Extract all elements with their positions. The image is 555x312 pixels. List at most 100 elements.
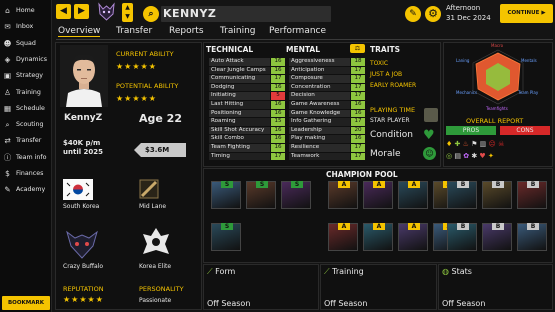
scouting-icon: ⌕ — [5, 120, 10, 130]
contract-end: until 2025 — [63, 148, 104, 156]
attribute-name: Decision — [289, 92, 350, 100]
sidebar-item-label: Finances — [16, 170, 44, 177]
tab-transfer[interactable]: Transfer — [116, 26, 152, 37]
date-display: Afternoon 31 Dec 2024 — [446, 3, 500, 25]
sidebar-item-label: Training — [16, 88, 41, 96]
star-icon: ★ — [148, 94, 157, 103]
player-portrait — [60, 45, 108, 107]
star-icon: ★ — [140, 94, 149, 103]
compare-button[interactable]: ⚖ — [350, 44, 365, 53]
champion-portrait[interactable]: B — [517, 181, 547, 209]
champion-portrait[interactable]: B — [482, 223, 512, 251]
radar-label: Mechanics — [456, 90, 478, 95]
sidebar-item-transfer[interactable]: ⇄ Transfer — [0, 134, 52, 147]
champion-portrait[interactable]: S — [281, 181, 311, 209]
search-button[interactable]: ⌕ — [143, 6, 159, 22]
champion-portrait[interactable]: A — [328, 181, 358, 209]
radar-label: Laning — [456, 58, 470, 63]
reputation-label: REPUTATION — [63, 285, 104, 293]
attribute-value: 17 — [351, 118, 365, 126]
attribute-name: Auto Attack — [209, 58, 270, 66]
attribute-name: Play making — [289, 135, 350, 143]
current-ability-stars: ★★★★★ — [116, 62, 157, 71]
sidebar-item-squad[interactable]: ☻ Squad — [0, 37, 52, 50]
attribute-value: 16 — [271, 58, 285, 66]
pro-trait-icon: ▥ — [479, 140, 487, 148]
back-button[interactable]: ◀ — [56, 4, 71, 19]
champion-grade: A — [373, 223, 385, 230]
attribute-value: 16 — [271, 135, 285, 143]
sidebar-item-training[interactable]: ♙ Training — [0, 86, 52, 99]
player-switch-stepper[interactable]: ▲ ▼ — [122, 3, 133, 22]
sidebar-item-dynamics[interactable]: ◈ Dynamics — [0, 53, 52, 66]
potential-ability-label: POTENTIAL ABILITY — [116, 82, 179, 90]
training-header: ⟋ Training — [324, 267, 364, 277]
champion-portrait[interactable]: B — [482, 181, 512, 209]
playing-time-icon — [424, 108, 438, 122]
bookmark-button[interactable]: BOOKMARK — [2, 296, 50, 310]
champion-portrait[interactable]: B — [447, 181, 477, 209]
radar-label: Mentals — [521, 58, 537, 63]
tab-reports[interactable]: Reports — [169, 26, 204, 37]
attribute-name: Skill Combo — [209, 135, 270, 143]
sidebar-item-label: Team info — [16, 153, 47, 161]
attribute-name: Info Gathering — [289, 118, 350, 126]
stats-label: Stats — [451, 267, 472, 276]
pro-trait-icon: ▤ — [454, 152, 461, 160]
sidebar-item-scouting[interactable]: ⌕ Scouting — [0, 118, 52, 131]
sidebar-item-strategy[interactable]: ▣ Strategy — [0, 69, 52, 82]
arrow-right-icon: ▶ — [78, 6, 85, 16]
champion-portrait[interactable]: A — [398, 181, 428, 209]
sidebar-item-schedule[interactable]: ▦ Schedule — [0, 102, 52, 115]
attribute-name: Positioning — [209, 109, 270, 118]
attribute-name: Communicating — [209, 75, 270, 83]
champion-portrait[interactable]: A — [363, 223, 393, 251]
current-ability-label: CURRENT ABILITY — [116, 50, 174, 58]
sidebar: ⌂ Home ✉ Inbox ☻ Squad ◈ Dynamics ▣ Strategy ♙ Trai… — [0, 0, 52, 312]
forward-button[interactable]: ▶ — [74, 4, 89, 19]
champion-grade: A — [408, 223, 420, 230]
champion-portrait[interactable]: B — [447, 223, 477, 251]
champion-portrait[interactable]: A — [363, 181, 393, 209]
sidebar-item-team-info[interactable]: ⓘ Team info — [0, 151, 52, 164]
attribute-value: 17 — [271, 75, 285, 83]
sidebar-item-finances[interactable]: $ Finances — [0, 167, 52, 180]
attribute-name: Team Fighting — [209, 144, 270, 152]
sidebar-item-home[interactable]: ⌂ Home — [0, 4, 52, 17]
crazy-buffalo-icon — [63, 226, 101, 260]
dynamics-icon: ◈ — [4, 54, 11, 64]
con-trait-icon: ☠ — [498, 140, 505, 148]
tab-performance[interactable]: Performance — [269, 26, 326, 37]
training-icon: ♙ — [4, 87, 11, 97]
champion-portrait[interactable]: S — [211, 181, 241, 209]
sidebar-item-inbox[interactable]: ✉ Inbox — [0, 20, 52, 33]
cons-label: CONS — [500, 126, 550, 135]
champion-portrait[interactable]: S — [211, 223, 241, 251]
sidebar-item-academy[interactable]: ✎ Academy — [0, 183, 52, 196]
personality-1-label: Crazy Buffalo — [63, 263, 104, 270]
squad-icon: ☻ — [3, 38, 12, 48]
player-name-field[interactable]: KENNYZ — [161, 6, 331, 22]
training-icon: ⟋ — [324, 267, 330, 276]
con-trait-icon: ☹ — [488, 140, 496, 148]
inbox-icon: ✉ — [4, 22, 11, 32]
pencil-icon: ✎ — [409, 9, 417, 19]
star-icon: ★ — [63, 295, 72, 304]
champion-portrait[interactable]: A — [398, 223, 428, 251]
champion-portrait[interactable]: S — [246, 181, 276, 209]
edit-button[interactable]: ✎ — [405, 6, 421, 22]
country-label: South Korea — [63, 203, 100, 210]
sidebar-item-label: Strategy — [16, 72, 43, 80]
settings-button[interactable]: ⚙ — [425, 6, 441, 22]
arrow-left-icon: ◀ — [60, 6, 67, 16]
tab-overview[interactable]: Overview — [58, 26, 101, 37]
champion-portrait[interactable]: A — [328, 223, 358, 251]
champion-portrait[interactable]: B — [517, 223, 547, 251]
attribute-name: Game Knowledge — [289, 109, 350, 118]
form-header: ⟋ Form — [207, 267, 235, 277]
continue-button[interactable]: CONTINUE ▶ — [500, 4, 553, 23]
tab-training[interactable]: Training — [220, 26, 256, 37]
champion-pool-header: CHAMPION POOL — [326, 170, 398, 179]
reputation-stars: ★★★★★ — [63, 295, 104, 304]
technical-header: TECHNICAL — [206, 45, 254, 54]
